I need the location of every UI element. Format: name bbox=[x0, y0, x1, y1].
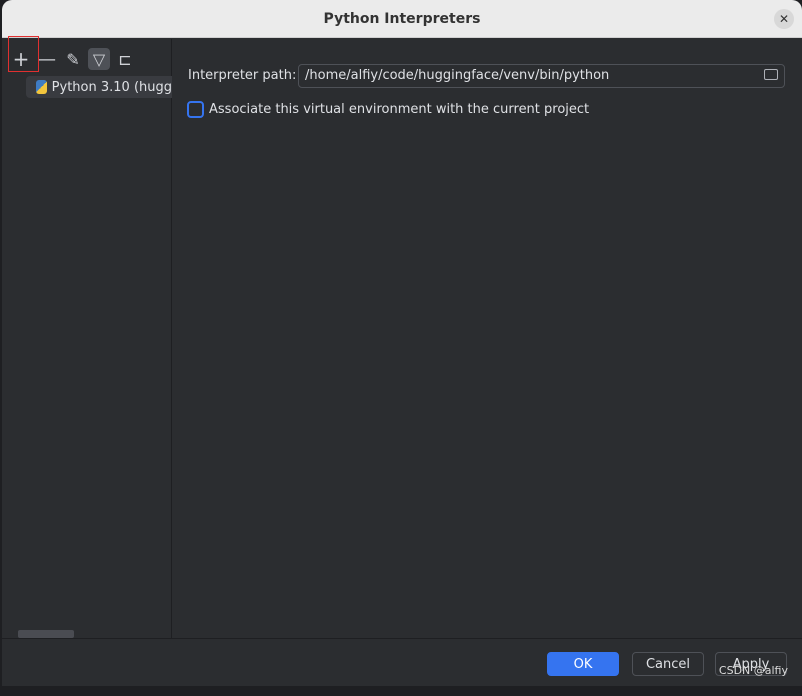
tree-icon: ⊏ bbox=[118, 49, 132, 69]
interpreter-path-label: Interpreter path: bbox=[188, 68, 297, 83]
associate-label: Associate this virtual environment with … bbox=[209, 102, 590, 117]
python-interpreters-dialog: Python Interpreters ✕ + — ✎ ▽ ⊏ Python 3… bbox=[2, 0, 802, 686]
show-paths-button[interactable]: ⊏ bbox=[114, 48, 136, 70]
close-button[interactable]: ✕ bbox=[774, 9, 794, 29]
highlight-box bbox=[8, 36, 39, 72]
filter-icon: ▽ bbox=[92, 49, 106, 69]
interpreter-list-panel: + — ✎ ▽ ⊏ Python 3.10 (hugg bbox=[2, 36, 172, 638]
cancel-button[interactable]: Cancel bbox=[632, 652, 704, 676]
remove-button[interactable]: — bbox=[36, 48, 58, 70]
dialog-title: Python Interpreters bbox=[323, 10, 481, 27]
toolbar: + — ✎ ▽ ⊏ bbox=[2, 36, 171, 79]
associate-checkbox[interactable] bbox=[187, 101, 204, 118]
list-item[interactable]: Python 3.10 (hugg bbox=[26, 76, 172, 98]
watermark: CSDN @alfiy bbox=[718, 664, 788, 677]
horizontal-scrollbar[interactable] bbox=[18, 630, 74, 638]
interpreter-path-field[interactable]: /home/alfiy/code/huggingface/venv/bin/py… bbox=[298, 64, 785, 88]
folder-icon[interactable] bbox=[764, 69, 778, 80]
edit-button[interactable]: ✎ bbox=[62, 48, 84, 70]
filter-button[interactable]: ▽ bbox=[88, 48, 110, 70]
title-bar: Python Interpreters ✕ bbox=[2, 0, 802, 38]
pencil-icon: ✎ bbox=[66, 49, 80, 69]
minus-icon: — bbox=[38, 48, 56, 70]
interpreter-path-value: /home/alfiy/code/huggingface/venv/bin/py… bbox=[305, 68, 610, 83]
footer: OK Cancel Apply CSDN @alfiy bbox=[2, 638, 802, 686]
list-item-label: Python 3.10 (hugg bbox=[51, 79, 172, 95]
interpreter-details: Interpreter path: /home/alfiy/code/huggi… bbox=[173, 39, 802, 638]
python-icon bbox=[36, 80, 47, 94]
ok-button[interactable]: OK bbox=[547, 652, 619, 676]
close-icon: ✕ bbox=[778, 12, 790, 26]
